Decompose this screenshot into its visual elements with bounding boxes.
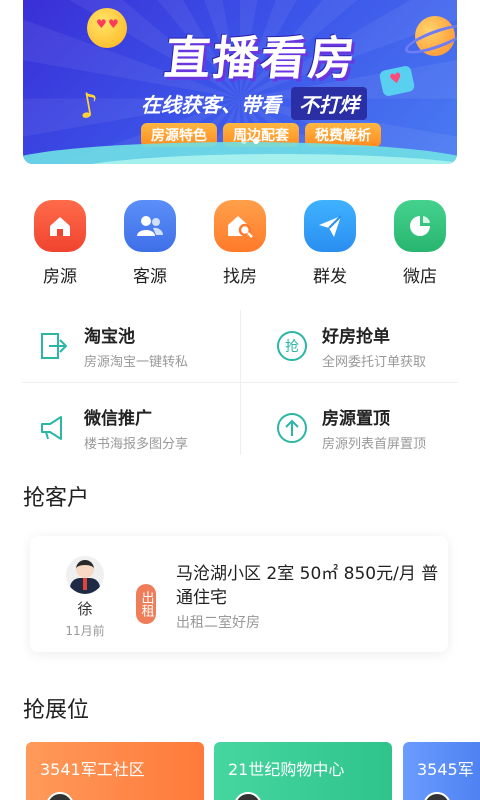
booth-card[interactable]: 3541军工社区 bbox=[26, 742, 204, 800]
quick-action-label: 找房 bbox=[223, 267, 257, 287]
export-icon bbox=[36, 328, 72, 364]
quick-action-label: 客源 bbox=[133, 267, 167, 287]
feature-title: 淘宝池 bbox=[84, 327, 135, 347]
pagination-dot bbox=[241, 138, 247, 144]
home-icon bbox=[34, 200, 86, 252]
banner-headline: 直播看房 bbox=[161, 31, 360, 85]
customer-card[interactable]: 徐 11月前 出租 马沧湖小区 2室 50㎡ 850元/月 普通住宅 出租二室好… bbox=[30, 536, 448, 652]
customer-time: 11月前 bbox=[65, 624, 105, 638]
shop-icon bbox=[394, 200, 446, 252]
quick-actions: 房源 客源 找房 群发 微店 bbox=[0, 200, 480, 290]
megaphone-icon bbox=[36, 410, 72, 446]
banner-pagination bbox=[241, 138, 259, 144]
booth-name: 3545军 bbox=[417, 760, 474, 779]
banner-subtitle-main: 在线获客、带看 bbox=[141, 92, 281, 117]
feature-desc: 全网委托订单获取 bbox=[322, 355, 427, 370]
quick-action-micro-shop[interactable]: 微店 bbox=[385, 200, 455, 287]
feature-desc: 房源淘宝一键转私 bbox=[84, 355, 189, 370]
quick-action-label: 房源 bbox=[43, 267, 77, 287]
booth-card[interactable]: 21世纪购物中心 bbox=[214, 742, 392, 800]
pagination-dot-active bbox=[253, 138, 259, 144]
section-title-booths: 抢展位 bbox=[23, 698, 90, 723]
feature-grid: 淘宝池 房源淘宝一键转私 抢 好房抢单 全网委托订单获取 微信推广 楼书海报多图… bbox=[0, 310, 480, 460]
avatar bbox=[234, 792, 262, 800]
banner-subtitle-highlight: 不打烊 bbox=[291, 86, 367, 120]
banner-subtitle: 在线获客、带看 不打烊 bbox=[141, 86, 367, 120]
people-icon bbox=[124, 200, 176, 252]
avatar bbox=[66, 556, 104, 594]
customer-listing-title: 马沧湖小区 2室 50㎡ 850元/月 普通住宅 bbox=[176, 564, 439, 608]
arrow-up-icon bbox=[274, 410, 310, 446]
house-search-icon bbox=[214, 200, 266, 252]
rent-badge: 出租 bbox=[136, 584, 156, 624]
quick-action-find-house[interactable]: 找房 bbox=[205, 200, 275, 287]
feature-desc: 房源列表首屏置顶 bbox=[322, 437, 427, 452]
customer-listing-desc: 出租二室好房 bbox=[176, 615, 260, 631]
section-title-customers: 抢客户 bbox=[23, 486, 90, 511]
booth-card[interactable]: 3545军 bbox=[403, 742, 480, 800]
planet-icon bbox=[415, 16, 455, 56]
quick-action-label: 微店 bbox=[403, 267, 437, 287]
grab-icon: 抢 bbox=[274, 328, 310, 364]
booth-name: 21世纪购物中心 bbox=[228, 760, 345, 779]
customer-name: 徐 bbox=[77, 600, 93, 618]
send-icon bbox=[304, 200, 356, 252]
feature-listing-top[interactable]: 房源置顶 房源列表首屏置顶 bbox=[274, 396, 480, 460]
feature-grab-orders[interactable]: 抢 好房抢单 全网委托订单获取 bbox=[274, 314, 480, 378]
quick-action-broadcast[interactable]: 群发 bbox=[295, 200, 365, 287]
live-house-tour-banner[interactable]: ♪ 直播看房 在线获客、带看 不打烊 房源特色 周边配套 税费解析 bbox=[23, 0, 457, 164]
avatar bbox=[423, 792, 451, 800]
feature-wechat-promo[interactable]: 微信推广 楼书海报多图分享 bbox=[36, 396, 256, 460]
feature-taobao-pool[interactable]: 淘宝池 房源淘宝一键转私 bbox=[36, 314, 256, 378]
feature-desc: 楼书海报多图分享 bbox=[84, 437, 189, 452]
divider bbox=[22, 382, 458, 383]
avatar bbox=[46, 792, 74, 800]
quick-action-clients[interactable]: 客源 bbox=[115, 200, 185, 287]
heart-eyes-emoji-icon bbox=[87, 8, 127, 48]
booth-name: 3541军工社区 bbox=[40, 760, 145, 779]
feature-title: 房源置顶 bbox=[322, 409, 390, 429]
quick-action-label: 群发 bbox=[313, 267, 347, 287]
quick-action-listings[interactable]: 房源 bbox=[25, 200, 95, 287]
svg-text:抢: 抢 bbox=[285, 338, 299, 355]
feature-title: 微信推广 bbox=[84, 409, 152, 429]
feature-title: 好房抢单 bbox=[322, 327, 390, 347]
